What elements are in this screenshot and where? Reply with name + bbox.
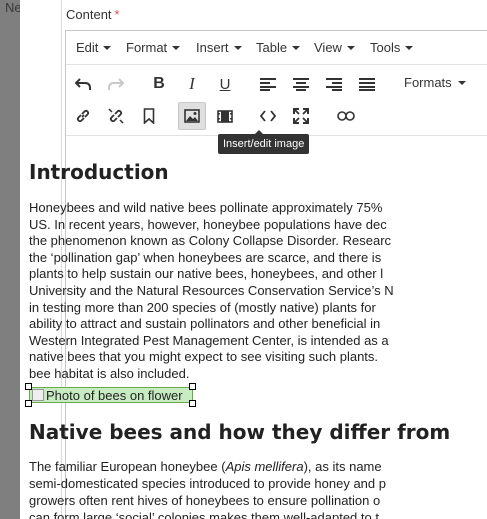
link-icon bbox=[76, 109, 90, 123]
resize-handle-bottom-right[interactable] bbox=[189, 400, 196, 407]
formats-dropdown[interactable]: Formats bbox=[404, 75, 466, 90]
remove-link-button[interactable] bbox=[102, 102, 130, 130]
insert-media-button[interactable] bbox=[211, 102, 239, 130]
menu-insert-label: Insert bbox=[196, 40, 229, 55]
align-center-icon bbox=[293, 77, 309, 91]
insert-image-button[interactable] bbox=[178, 102, 206, 130]
text-line: The familiar European honeybee (Apis mel… bbox=[29, 458, 487, 475]
background-overlay bbox=[0, 0, 20, 519]
underline-button[interactable]: U bbox=[211, 70, 239, 98]
text-line: semi-domesticated species introduced to … bbox=[29, 476, 386, 491]
text-line: the ‘pollination gap’ when honeybees are… bbox=[29, 249, 382, 265]
align-left-icon bbox=[260, 77, 276, 91]
chain-icon bbox=[337, 111, 355, 121]
anchor-button[interactable] bbox=[135, 102, 163, 130]
redo-button[interactable] bbox=[102, 70, 130, 98]
menu-tools[interactable]: Tools bbox=[370, 40, 414, 55]
menu-insert[interactable]: Insert bbox=[196, 40, 242, 55]
chevron-down-icon bbox=[405, 45, 414, 50]
chevron-down-icon bbox=[103, 45, 112, 50]
undo-icon bbox=[75, 78, 91, 90]
align-right-button[interactable] bbox=[320, 70, 348, 98]
align-justify-icon bbox=[359, 77, 375, 91]
align-justify-button[interactable] bbox=[353, 70, 381, 98]
menu-table-label: Table bbox=[256, 40, 288, 55]
insert-link-button[interactable] bbox=[69, 102, 97, 130]
code-icon bbox=[260, 110, 276, 122]
required-mark: * bbox=[114, 7, 120, 22]
text-line: growers often rent hives of honeybees to… bbox=[29, 493, 381, 508]
text-line: the phenomenon known as Colony Collapse … bbox=[29, 233, 392, 249]
intro-paragraph: Honeybees and wild native bees pollinate… bbox=[29, 200, 487, 383]
text-line: Western Integrated Pest Management Cente… bbox=[29, 332, 389, 348]
text-line: ability to attract and sustain pollinato… bbox=[29, 316, 381, 332]
unlink-icon bbox=[108, 108, 124, 124]
menu-edit[interactable]: Edit bbox=[76, 40, 112, 55]
heading-native-bees: Native bees and how they differ from bbox=[29, 420, 451, 444]
italic-button[interactable]: I bbox=[178, 70, 206, 98]
text-line: US. In recent years, however, honeybee p… bbox=[29, 216, 387, 232]
source-code-button[interactable] bbox=[254, 102, 282, 130]
align-center-button[interactable] bbox=[287, 70, 315, 98]
text-line: native bees that you might expect to see… bbox=[29, 349, 379, 365]
heading-introduction: Introduction bbox=[29, 160, 169, 184]
text-line: plants to help sustain our native bees, … bbox=[29, 266, 384, 282]
text-before: The familiar European honeybee ( bbox=[29, 459, 226, 474]
menu-tools-label: Tools bbox=[370, 40, 401, 55]
chevron-down-icon bbox=[233, 45, 242, 50]
menu-table[interactable]: Table bbox=[256, 40, 301, 55]
text-after: ), as its name bbox=[303, 459, 382, 474]
menu-view[interactable]: View bbox=[314, 40, 355, 55]
formats-label: Formats bbox=[404, 75, 452, 90]
bookmark-icon bbox=[143, 108, 155, 124]
fullscreen-button[interactable] bbox=[287, 102, 315, 130]
chevron-down-icon bbox=[457, 80, 466, 85]
text-line: in testing more than 200 species of (mos… bbox=[29, 299, 376, 315]
chevron-down-icon bbox=[172, 45, 181, 50]
underline-icon: U bbox=[219, 75, 231, 93]
align-right-icon bbox=[326, 77, 342, 91]
text-line: can form large ‘social’ colonies makes t… bbox=[29, 510, 379, 519]
broken-image-icon bbox=[32, 389, 44, 401]
content-field-label: Content * bbox=[66, 7, 120, 22]
chevron-down-icon bbox=[346, 45, 355, 50]
undo-button[interactable] bbox=[69, 70, 97, 98]
menu-format[interactable]: Format bbox=[126, 40, 181, 55]
insert-link-alt-button[interactable] bbox=[332, 102, 360, 130]
resize-handle-bottom-left[interactable] bbox=[25, 400, 32, 407]
editor-toolbar: B I U Formats bbox=[66, 66, 487, 136]
text-line: bee habitat is also included. bbox=[29, 365, 190, 381]
native-bees-paragraph: The familiar European honeybee (Apis mel… bbox=[29, 458, 487, 519]
redo-icon bbox=[108, 78, 124, 90]
bold-button[interactable]: B bbox=[145, 70, 173, 98]
resize-handle-top-left[interactable] bbox=[25, 383, 32, 390]
text-line: Honeybees and wild native bees pollinate… bbox=[29, 200, 383, 215]
resize-handle-top-right[interactable] bbox=[189, 383, 196, 390]
species-name: Apis mellifera bbox=[225, 459, 304, 474]
text-line: University and the Natural Resources Con… bbox=[29, 282, 394, 298]
video-icon bbox=[217, 109, 233, 123]
content-label-text: Content bbox=[66, 7, 112, 22]
align-left-button[interactable] bbox=[254, 70, 282, 98]
bold-icon: B bbox=[153, 75, 165, 92]
fullscreen-icon bbox=[293, 108, 309, 124]
editor-menubar: Edit Format Insert Table View Tools bbox=[66, 31, 487, 65]
tooltip: Insert/edit image bbox=[218, 130, 310, 154]
selected-image[interactable]: Photo of bees on flower bbox=[29, 387, 193, 403]
chevron-down-icon bbox=[292, 45, 301, 50]
menu-format-label: Format bbox=[126, 40, 168, 55]
menu-view-label: View bbox=[314, 40, 342, 55]
image-alt-text: Photo of bees on flower bbox=[46, 387, 183, 403]
italic-icon: I bbox=[189, 74, 195, 93]
image-icon bbox=[184, 109, 200, 123]
menu-edit-label: Edit bbox=[76, 40, 99, 55]
